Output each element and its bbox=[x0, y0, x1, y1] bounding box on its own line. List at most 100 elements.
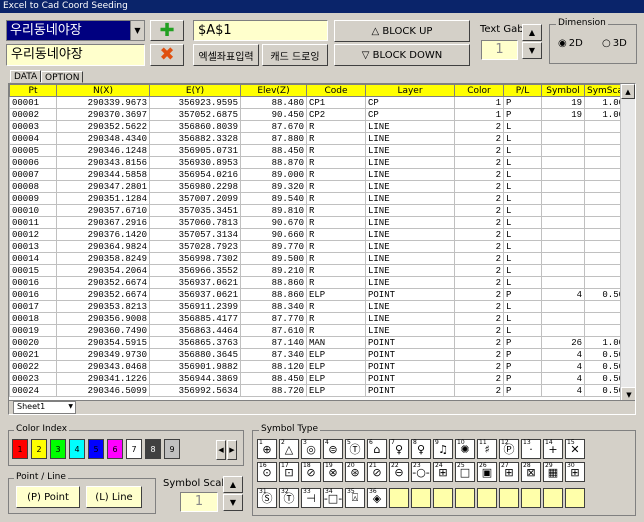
table-cell[interactable]: 356882.3328 bbox=[149, 132, 241, 145]
table-cell[interactable]: 1 bbox=[454, 108, 504, 121]
symbol-26[interactable]: 26 ▣ bbox=[477, 462, 497, 482]
table-cell[interactable]: P bbox=[503, 96, 542, 109]
table-row[interactable]: 00023 290341.1226 356944.3869 88.450 ELP POIN… bbox=[9, 372, 627, 385]
table-cell[interactable]: 357057.3134 bbox=[149, 228, 241, 241]
table-cell[interactable]: 26 bbox=[541, 336, 585, 349]
table-cell[interactable] bbox=[541, 276, 585, 289]
table-cell[interactable]: 290352.5622 bbox=[56, 120, 150, 133]
table-cell[interactable]: R bbox=[306, 252, 366, 265]
symbol-21[interactable]: 21 ⊘ bbox=[367, 462, 387, 482]
table-cell[interactable]: 2 bbox=[454, 288, 504, 301]
table-cell[interactable]: R bbox=[306, 132, 366, 145]
table-row[interactable]: 00014 290358.8249 356998.7302 89.500 R LINE 2 L bbox=[9, 252, 627, 265]
table-cell[interactable]: 290351.1284 bbox=[56, 192, 150, 205]
table-cell[interactable]: 00006 bbox=[9, 156, 57, 169]
table-cell[interactable]: 00017 bbox=[9, 300, 57, 313]
symbol-scale-down-button[interactable]: ▼ bbox=[223, 494, 243, 511]
table-cell[interactable]: 356880.3645 bbox=[149, 348, 241, 361]
column-header[interactable]: Elev(Z) bbox=[240, 84, 307, 97]
table-cell[interactable]: 357007.2099 bbox=[149, 192, 241, 205]
column-header[interactable]: Pt bbox=[9, 84, 57, 97]
table-cell[interactable] bbox=[541, 120, 585, 133]
table-cell[interactable]: R bbox=[306, 144, 366, 157]
table-cell[interactable]: L bbox=[503, 324, 542, 337]
table-cell[interactable]: R bbox=[306, 300, 366, 313]
table-row[interactable]: 00006 290343.8156 356930.8953 88.870 R LINE 2 L bbox=[9, 156, 627, 169]
table-row[interactable]: 00005 290346.1248 356905.0731 88.450 R LINE 2 L bbox=[9, 144, 627, 157]
table-cell[interactable]: LINE bbox=[365, 156, 455, 169]
dimension-3d-radio[interactable]: ○ 3D bbox=[602, 38, 627, 49]
symbol-2[interactable]: 2 △ bbox=[279, 439, 299, 459]
table-row[interactable]: 00004 290348.4340 356882.3328 87.880 R LINE 2 L bbox=[9, 132, 627, 145]
table-cell[interactable]: LINE bbox=[365, 192, 455, 205]
table-cell[interactable]: P bbox=[503, 108, 542, 121]
symbol-empty-slot[interactable] bbox=[433, 488, 453, 508]
table-cell[interactable]: P bbox=[503, 372, 542, 385]
cell-ref-field[interactable]: $A$1 bbox=[193, 20, 328, 41]
table-cell[interactable]: 290354.2064 bbox=[56, 264, 150, 277]
table-cell[interactable]: CP bbox=[365, 96, 455, 109]
table-cell[interactable]: P bbox=[503, 360, 542, 373]
table-row[interactable]: 00022 290343.0468 356901.9882 88.120 ELP POIN… bbox=[9, 360, 627, 373]
table-cell[interactable]: 00019 bbox=[9, 324, 57, 337]
table-cell[interactable]: 290364.9824 bbox=[56, 240, 150, 253]
table-cell[interactable]: LINE bbox=[365, 216, 455, 229]
table-cell[interactable]: 2 bbox=[454, 336, 504, 349]
symbol-19[interactable]: 19 ⊗ bbox=[323, 462, 343, 482]
symbol-24[interactable]: 24 ⊞ bbox=[433, 462, 453, 482]
symbol-28[interactable]: 28 ⊠ bbox=[521, 462, 541, 482]
symbol-empty-slot[interactable] bbox=[389, 488, 409, 508]
table-cell[interactable]: 290352.6674 bbox=[56, 276, 150, 289]
table-cell[interactable]: R bbox=[306, 180, 366, 193]
table-cell[interactable]: 88.870 bbox=[240, 156, 307, 169]
table-cell[interactable]: 00016 bbox=[9, 288, 57, 301]
symbol-12[interactable]: 12 Ⓟ bbox=[499, 439, 519, 459]
table-cell[interactable]: 290354.5915 bbox=[56, 336, 150, 349]
color-swatch-2[interactable]: 2 bbox=[31, 439, 47, 459]
table-cell[interactable]: 00002 bbox=[9, 108, 57, 121]
table-cell[interactable] bbox=[541, 180, 585, 193]
table-cell[interactable]: 2 bbox=[454, 180, 504, 193]
symbol-18[interactable]: 18 ⊘ bbox=[301, 462, 321, 482]
symbol-5[interactable]: 5 Ⓣ bbox=[345, 439, 365, 459]
symbol-25[interactable]: 25 □ bbox=[455, 462, 475, 482]
symbol-empty-slot[interactable] bbox=[543, 488, 563, 508]
table-cell[interactable]: R bbox=[306, 216, 366, 229]
table-row[interactable]: 00008 290347.2801 356980.2298 89.320 R LINE 2 L bbox=[9, 180, 627, 193]
table-cell[interactable]: L bbox=[503, 192, 542, 205]
table-cell[interactable] bbox=[541, 324, 585, 337]
table-cell[interactable] bbox=[541, 168, 585, 181]
symbol-empty-slot[interactable] bbox=[411, 488, 431, 508]
dimension-2d-radio[interactable]: ◉ 2D bbox=[558, 38, 583, 49]
table-cell[interactable]: 89.210 bbox=[240, 264, 307, 277]
table-cell[interactable]: 00015 bbox=[9, 264, 57, 277]
table-cell[interactable]: 88.480 bbox=[240, 96, 307, 109]
table-cell[interactable] bbox=[541, 132, 585, 145]
symbol-22[interactable]: 22 ⊖ bbox=[389, 462, 409, 482]
color-swatch-7[interactable]: 7 bbox=[126, 439, 142, 459]
table-cell[interactable]: ELP bbox=[306, 348, 366, 361]
table-cell[interactable]: 88.860 bbox=[240, 288, 307, 301]
table-cell[interactable]: 2 bbox=[454, 228, 504, 241]
table-cell[interactable]: 290358.8249 bbox=[56, 252, 150, 265]
column-header[interactable]: Color bbox=[454, 84, 504, 97]
table-cell[interactable]: ELP bbox=[306, 360, 366, 373]
symbol-1[interactable]: 1 ⊕ bbox=[257, 439, 277, 459]
table-cell[interactable]: 290367.2916 bbox=[56, 216, 150, 229]
table-cell[interactable]: L bbox=[503, 168, 542, 181]
table-cell[interactable]: LINE bbox=[365, 252, 455, 265]
table-row[interactable]: 00011 290367.2916 357060.7813 90.670 R LINE 2 L bbox=[9, 216, 627, 229]
table-cell[interactable]: R bbox=[306, 156, 366, 169]
table-cell[interactable] bbox=[541, 264, 585, 277]
table-cell[interactable]: L bbox=[503, 216, 542, 229]
symbol-17[interactable]: 17 ⊡ bbox=[279, 462, 299, 482]
table-cell[interactable]: 356992.5634 bbox=[149, 384, 241, 397]
symbol-9[interactable]: 9 ♫ bbox=[433, 439, 453, 459]
add-button[interactable]: ✚ bbox=[150, 20, 184, 41]
table-cell[interactable]: 290352.6674 bbox=[56, 288, 150, 301]
table-cell[interactable]: L bbox=[503, 276, 542, 289]
table-cell[interactable]: 88.860 bbox=[240, 276, 307, 289]
table-cell[interactable]: 290370.3697 bbox=[56, 108, 150, 121]
table-cell[interactable]: 2 bbox=[454, 252, 504, 265]
data-grid[interactable]: Pt N(X) E(Y) Elev(Z) Code Layer Color P/L Symbol… bbox=[8, 83, 636, 415]
